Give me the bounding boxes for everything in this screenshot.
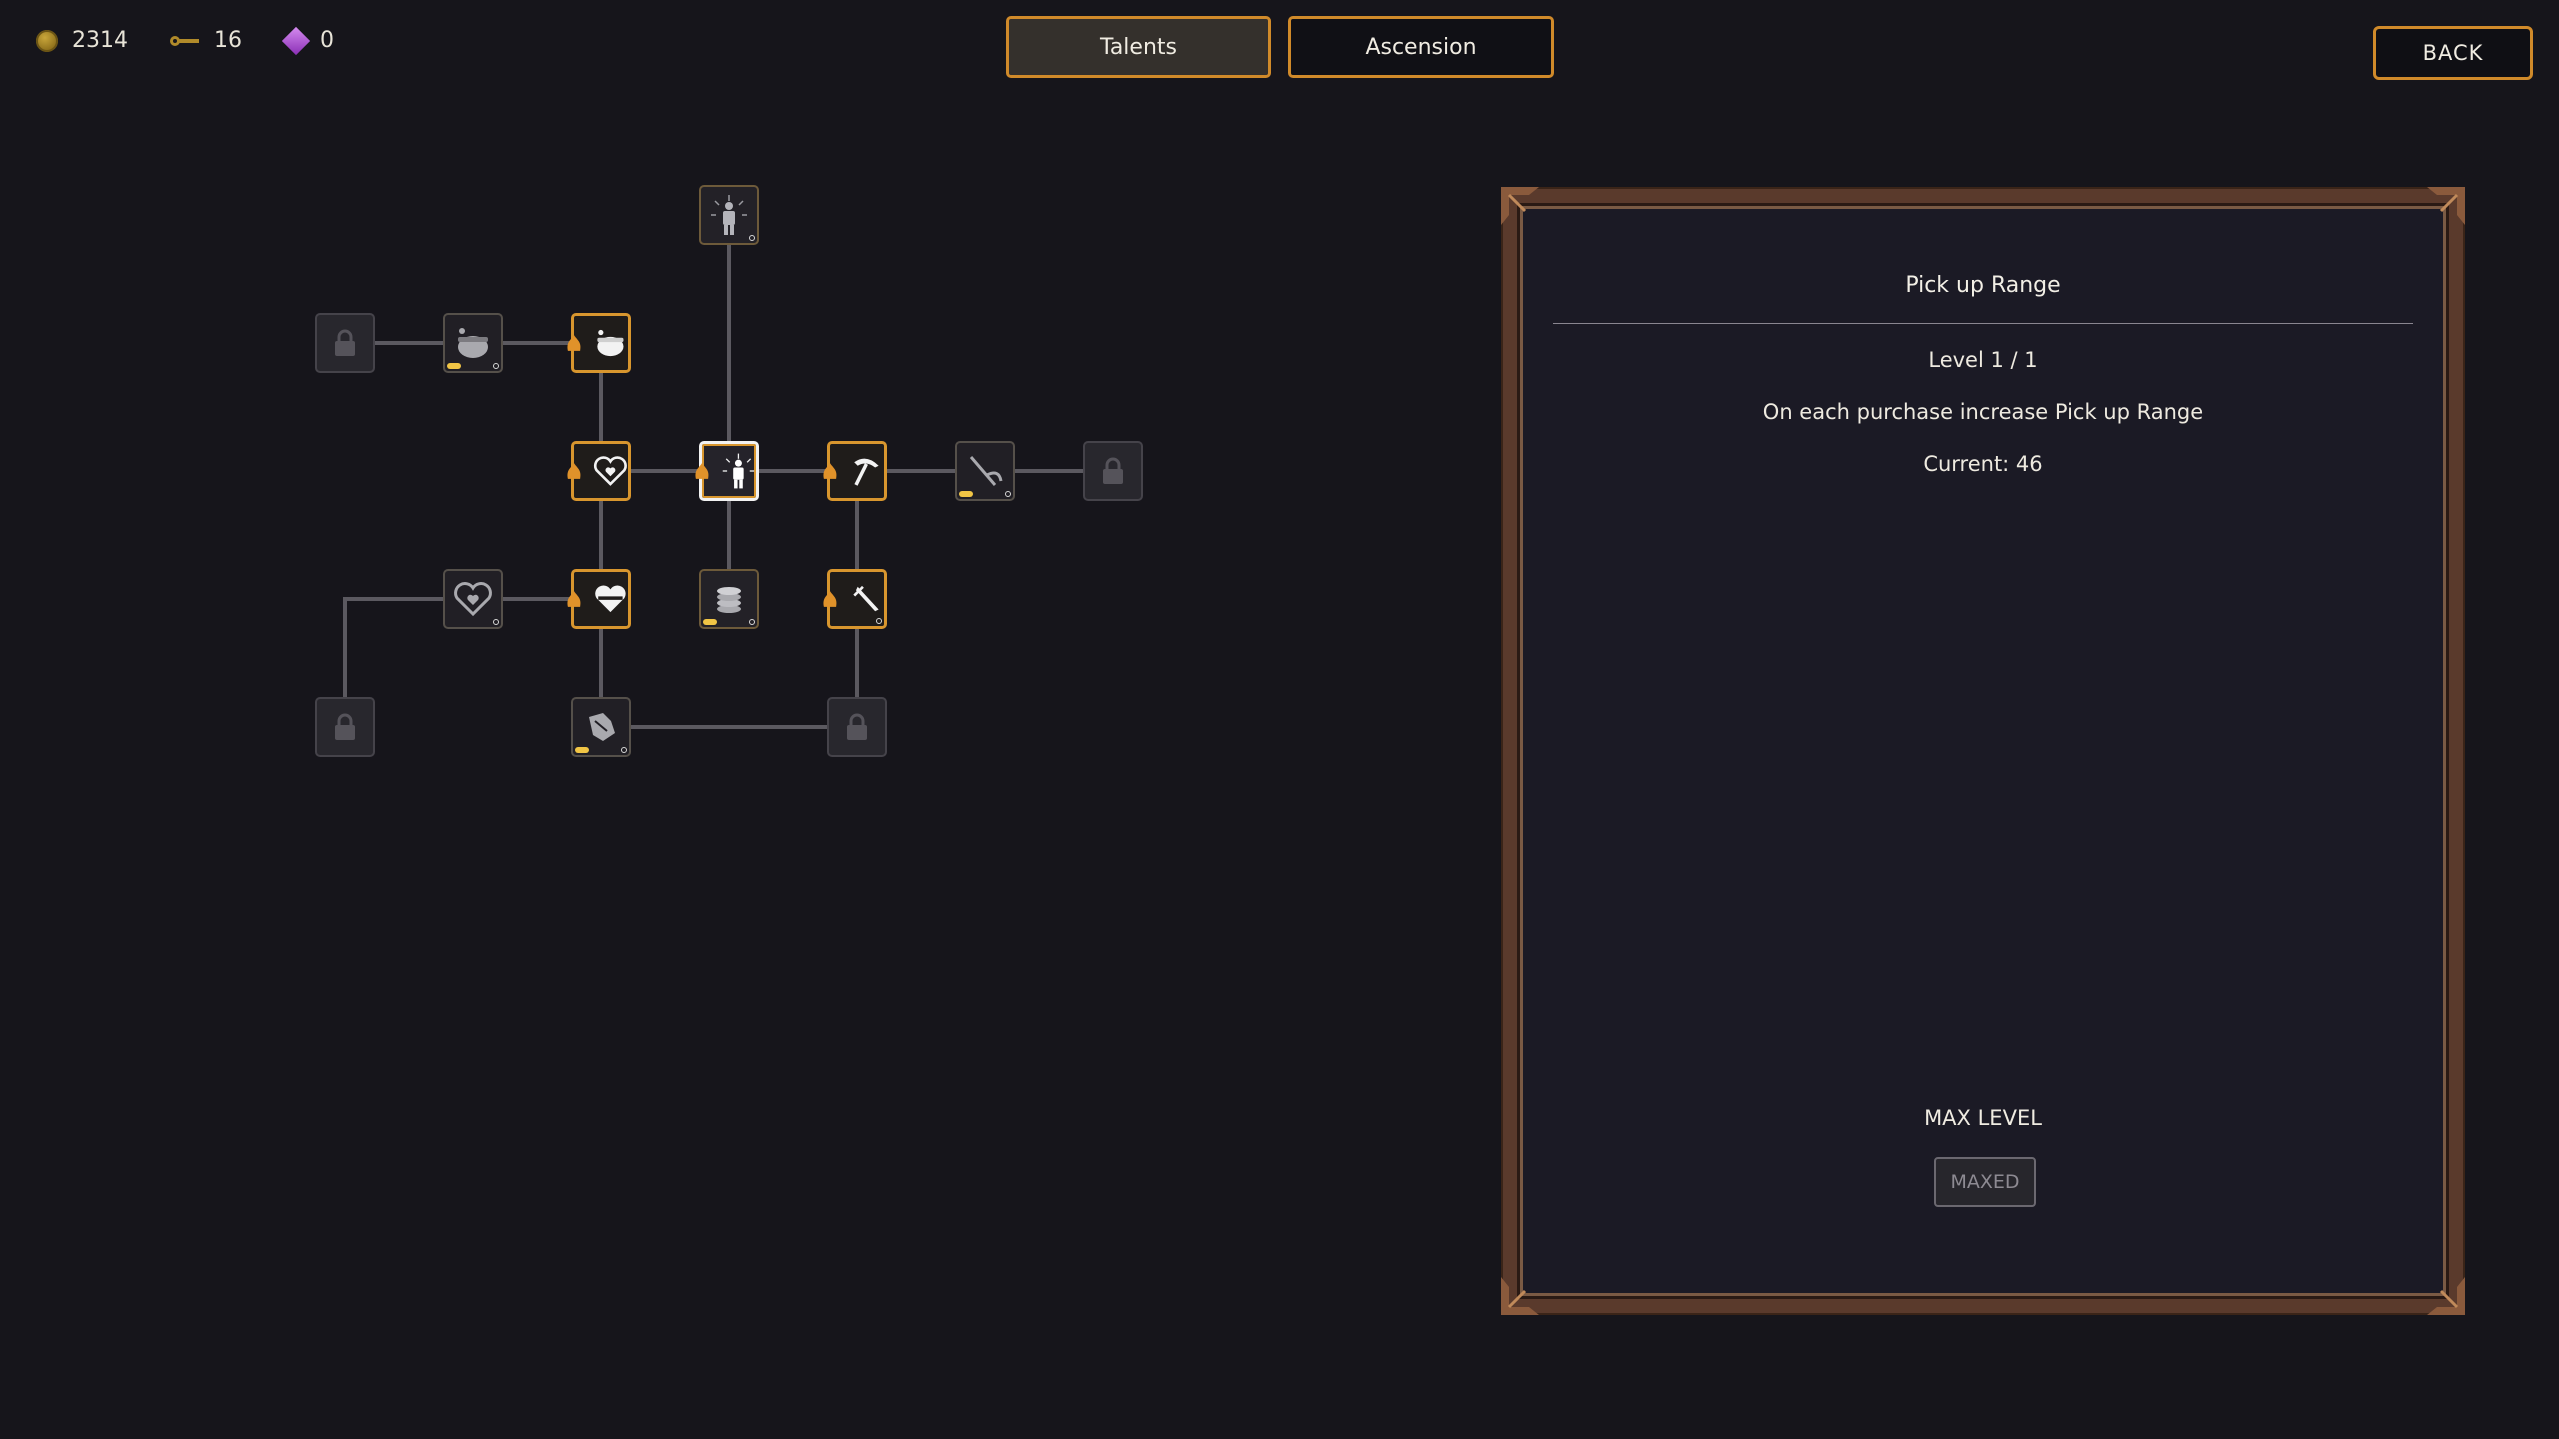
talent-node-aura-top[interactable]: [699, 185, 759, 245]
talent-level: Level 1 / 1: [1928, 348, 2038, 372]
talent-node-cauldron[interactable]: [567, 313, 631, 373]
flame-icon: [823, 463, 837, 479]
flame-icon: [567, 335, 581, 351]
talent-node-dagger[interactable]: [823, 569, 887, 629]
flame-icon: [823, 591, 837, 607]
node-indicator: [876, 618, 882, 624]
title-divider: [1553, 323, 2413, 324]
talent-node-locked-1[interactable]: [315, 313, 375, 373]
level-pip: [447, 363, 461, 369]
talent-node-pickup-range[interactable]: [695, 441, 759, 501]
lock-icon: [335, 713, 355, 740]
node-indicator: [493, 619, 499, 625]
talent-node-locked-3[interactable]: [315, 697, 375, 757]
max-level-label: MAX LEVEL: [1924, 1106, 2042, 1130]
talent-node-gauntlet[interactable]: [571, 697, 631, 757]
tree-connectors: [343, 215, 1113, 729]
flame-icon: [567, 591, 581, 607]
maxed-button[interactable]: MAXED: [1934, 1157, 2036, 1207]
talent-node-locked-4[interactable]: [827, 697, 887, 757]
level-pip: [703, 619, 717, 625]
tab-ascension[interactable]: Ascension: [1288, 16, 1554, 78]
armor-heart-icon: [595, 585, 626, 613]
flame-icon: [695, 463, 709, 479]
talent-node-heart-small[interactable]: [443, 569, 503, 629]
pickaxe-icon: [854, 458, 879, 486]
level-pip: [575, 747, 589, 753]
talent-tree: [0, 0, 1200, 800]
aura-figure-icon: [711, 195, 747, 235]
node-indicator: [1005, 491, 1011, 497]
talent-detail-panel: Pick up Range Level 1 / 1 On each purcha…: [1501, 187, 2465, 1315]
lock-icon: [847, 713, 867, 740]
talent-description: On each purchase increase Pick up Range: [1762, 400, 2204, 424]
node-indicator: [493, 363, 499, 369]
gauntlet-icon: [589, 713, 615, 741]
dagger-icon: [853, 585, 879, 612]
lock-icon: [1103, 457, 1123, 484]
talent-current-value: Current: 46: [1923, 452, 2043, 476]
ornament-corner-icon: [2427, 187, 2465, 225]
ornament-corner-icon: [2427, 1277, 2465, 1315]
cauldron-icon: [458, 328, 488, 358]
cauldron-icon: [597, 329, 624, 357]
back-button[interactable]: BACK: [2373, 26, 2533, 80]
ornament-corner-icon: [1501, 187, 1539, 225]
talent-node-locked-2[interactable]: [1083, 441, 1143, 501]
level-pip: [959, 491, 973, 497]
lock-icon: [335, 329, 355, 356]
coin-stack-icon: [717, 587, 741, 613]
talent-node-pickaxe[interactable]: [823, 441, 887, 501]
talent-node-heart[interactable]: [567, 441, 631, 501]
talent-title: Pick up Range: [1905, 273, 2061, 298]
scythe-icon: [969, 456, 1003, 486]
node-indicator: [749, 235, 755, 241]
talent-node-armor-heart[interactable]: [567, 569, 631, 629]
talent-node-scythe[interactable]: [955, 441, 1015, 501]
flame-icon: [567, 463, 581, 479]
heart-icon: [454, 582, 492, 617]
node-indicator: [621, 747, 627, 753]
ornament-corner-icon: [1501, 1277, 1539, 1315]
heart-icon: [594, 456, 628, 486]
talent-node-coin-stack[interactable]: [699, 569, 759, 629]
node-indicator: [749, 619, 755, 625]
talent-node-cauldron-dim[interactable]: [443, 313, 503, 373]
aura-figure-icon: [722, 453, 755, 489]
